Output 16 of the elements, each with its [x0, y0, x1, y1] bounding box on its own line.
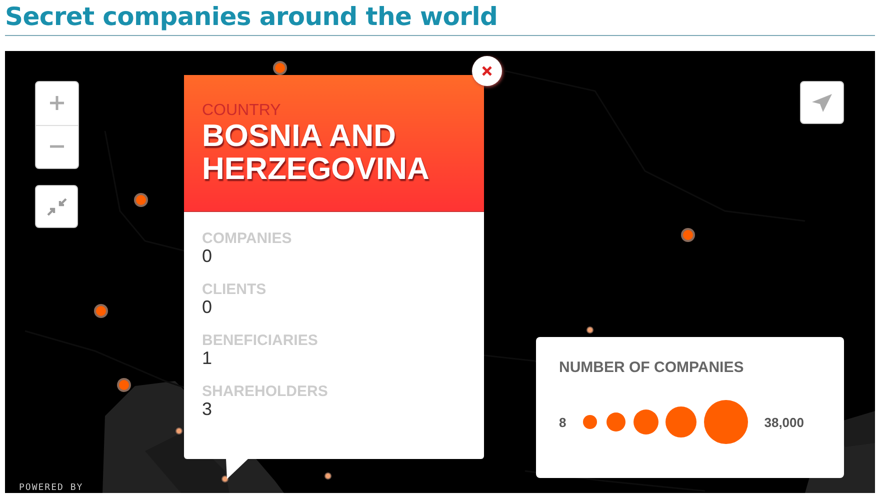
paper-plane-icon [811, 92, 833, 112]
legend-title: NUMBER OF COMPANIES [559, 359, 745, 376]
collapse-icon [46, 196, 68, 216]
legend-max: 38,000 [764, 414, 804, 430]
minus-icon [49, 145, 65, 148]
stat-value: 3 [202, 400, 214, 419]
legend-min: 8 [559, 414, 566, 430]
stat-value: 0 [202, 247, 214, 266]
page-title: Secret companies around the world [4, 1, 499, 33]
stat-value: 0 [202, 298, 214, 317]
country-name: BOSNIA AND HERZEGOVINA [202, 119, 430, 185]
stat-value: 1 [202, 349, 214, 368]
attribution: POWERED BY [19, 483, 84, 493]
fullscreen-button[interactable] [35, 185, 78, 228]
close-icon [482, 66, 492, 76]
plus-icon [49, 95, 65, 112]
